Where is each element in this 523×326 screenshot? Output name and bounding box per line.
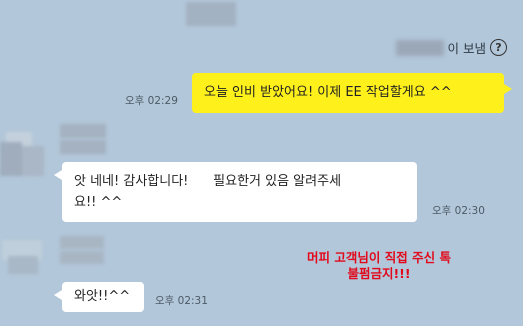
bubble-tail xyxy=(54,290,62,300)
watermark-text: 머피 고객님이 직접 주신 톡 불펌금지!!! xyxy=(284,250,474,282)
bubble-tail xyxy=(504,84,512,94)
sent-to-header: 이 보냄 ? xyxy=(395,38,507,57)
avatar xyxy=(0,132,46,178)
question-circle-icon[interactable]: ? xyxy=(490,39,507,56)
message-time: 오후 02:29 xyxy=(125,95,178,107)
message-text: 오늘 인비 받았어요! 이제 EE 작업할게요 ^^ xyxy=(204,85,452,100)
my-message-bubble[interactable]: 오늘 인비 받았어요! 이제 EE 작업할게요 ^^ xyxy=(192,73,504,113)
watermark-line: 머피 고객님이 직접 주신 톡 xyxy=(307,250,451,265)
message-text: 와앗!!^^ xyxy=(74,289,131,304)
other-message-bubble[interactable]: 와앗!!^^ xyxy=(62,282,144,312)
message-text-line: 앗 네네! 감사합니다! 필요한거 있음 알려주세 xyxy=(74,174,342,189)
blurred-sender-name xyxy=(60,236,104,249)
watermark-line: 불펌금지!!! xyxy=(347,266,411,281)
avatar xyxy=(0,236,46,278)
blurred-recipient-name xyxy=(395,39,444,56)
message-time: 오후 02:30 xyxy=(432,205,485,217)
blurred-sender-name xyxy=(60,251,104,264)
bubble-tail xyxy=(54,170,62,180)
message-text-line: 요!! ^^ xyxy=(74,195,123,210)
other-message-bubble[interactable]: 앗 네네! 감사합니다! 필요한거 있음 알려주세 요!! ^^ xyxy=(62,162,417,222)
message-time: 오후 02:31 xyxy=(155,295,208,307)
blurred-sender-name xyxy=(60,140,106,154)
blurred-top-name xyxy=(186,2,236,26)
sent-to-label: 이 보냄 xyxy=(447,41,486,56)
blurred-sender-name xyxy=(60,124,106,138)
